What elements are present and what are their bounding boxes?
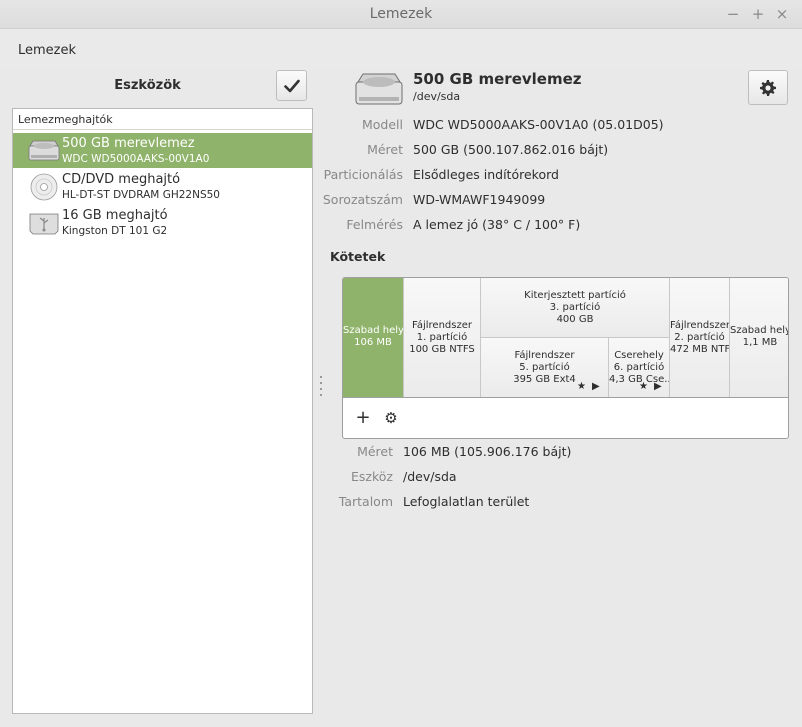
close-icon[interactable]: × <box>772 4 792 24</box>
prop-serial: Sorozatszám WD-WMAWF1949099 <box>323 192 802 212</box>
volume-size: 472 MB NTFS <box>670 344 730 355</box>
prop-label: Modell <box>361 117 403 132</box>
volume-size: 395 GB Ext4 <box>513 374 576 385</box>
disk-settings-button[interactable] <box>748 70 788 105</box>
prop-value: Lefoglalatlan terület <box>403 494 530 509</box>
volume-free-space-1[interactable]: Szabad hely 106 MB <box>343 278 404 398</box>
prop-value: 106 MB (105.906.176 bájt) <box>403 444 572 459</box>
volume-label: Fájlrendszer <box>412 320 472 331</box>
devices-pane: Eszközök Lemezmeghajtók 500 GB merevleme… <box>0 70 318 727</box>
volume-partition-1[interactable]: Fájlrendszer 1. partíció 100 GB NTFS <box>404 278 481 398</box>
prop-partitioning: Particionálás Elsődleges indítórekord <box>324 167 802 187</box>
device-item-optical[interactable]: CD/DVD meghajtó HL-DT-ST DVDRAM GH22NS50 <box>13 169 312 204</box>
volume-map: Szabad hely 106 MB Fájlrendszer 1. partí… <box>342 277 789 398</box>
disk-details-pane: 500 GB merevlemez /dev/sda Modell WDC WD… <box>323 70 802 727</box>
play-icon[interactable]: ▶ <box>592 381 600 393</box>
volume-label: Szabad hely <box>730 325 789 336</box>
app-menu[interactable]: Lemezek <box>18 43 76 58</box>
menu-bar: Lemezek <box>0 29 802 70</box>
prop-assessment: Felmérés A lemez jó (38° C / 100° F) <box>330 217 802 237</box>
volume-partition: 1. partíció <box>416 332 468 343</box>
volume-size: 1,1 MB <box>742 337 778 348</box>
volume-partition: 2. partíció <box>674 332 725 343</box>
title-bar: Lemezek − + × <box>0 0 802 29</box>
partition-options-icon[interactable]: ⚙ <box>381 408 401 428</box>
device-name: CD/DVD meghajtó <box>62 172 181 187</box>
device-model: WDC WD5000AAKS-00V1A0 <box>62 153 210 165</box>
prop-label: Eszköz <box>351 469 393 484</box>
select-mode-button[interactable] <box>276 70 307 101</box>
prop-label: Méret <box>367 142 403 157</box>
prop-label: Felmérés <box>346 217 403 232</box>
volume-partition-2[interactable]: Fájlrendszer 2. partíció 472 MB NTFS <box>670 278 730 398</box>
disk-path: /dev/sda <box>413 90 461 103</box>
mounted-star-icon: ★ <box>639 381 648 392</box>
prop-label: Tartalom <box>338 494 393 509</box>
devices-title: Eszközök <box>114 78 181 93</box>
volume-size: 106 MB <box>354 337 392 348</box>
volume-partition-5[interactable]: Fájlrendszer 5. partíció 395 GB Ext4 ★ ▶ <box>481 338 609 398</box>
prop-value: A lemez jó (38° C / 100° F) <box>413 217 581 232</box>
window-title: Lemezek <box>369 6 433 22</box>
vprop-size: Méret 106 MB (105.906.176 bájt) <box>330 444 802 464</box>
minimize-icon[interactable]: − <box>723 4 743 24</box>
vprop-device: Eszköz /dev/sda <box>330 469 802 489</box>
volume-size: 400 GB <box>556 314 594 325</box>
volume-size: 100 GB NTFS <box>409 344 475 355</box>
volume-free-space-2[interactable]: Szabad hely 1,1 MB <box>730 278 789 398</box>
disk-title: 500 GB merevlemez <box>413 70 582 88</box>
prop-value: WDC WD5000AAKS-00V1A0 (05.01D05) <box>413 117 664 132</box>
prop-model: Modell WDC WD5000AAKS-00V1A0 (05.01D05) <box>330 117 802 137</box>
volume-partition: 3. partíció <box>549 302 601 313</box>
hard-disk-icon <box>28 140 60 161</box>
volume-toolbar: + ⚙ <box>342 397 789 439</box>
mounted-star-icon: ★ <box>577 381 586 392</box>
volume-label: Fájlrendszer <box>670 320 730 331</box>
volume-partition: 6. partíció <box>613 362 665 373</box>
device-name: 16 GB meghajtó <box>62 208 168 223</box>
device-model: HL-DT-ST DVDRAM GH22NS50 <box>62 189 220 201</box>
volume-partition-6[interactable]: Cserehely 6. partíció 4,3 GB Cse... ★ ▶ <box>609 338 670 398</box>
play-icon[interactable]: ▶ <box>654 381 662 393</box>
volume-extended-partition[interactable]: Kiterjesztett partíció 3. partíció 400 G… <box>481 278 670 338</box>
volume-label: Kiterjesztett partíció <box>524 290 626 301</box>
prop-value: /dev/sda <box>403 469 457 484</box>
device-model: Kingston DT 101 G2 <box>62 225 168 237</box>
device-item-hdd[interactable]: 500 GB merevlemez WDC WD5000AAKS-00V1A0 <box>13 133 312 168</box>
volume-label: Fájlrendszer <box>514 350 575 361</box>
volume-partition: 5. partíció <box>519 362 570 373</box>
hard-disk-icon <box>355 73 403 105</box>
prop-value: 500 GB (500.107.862.016 bájt) <box>413 142 609 157</box>
prop-label: Sorozatszám <box>322 192 403 207</box>
device-list: Lemezmeghajtók 500 GB merevlemez WDC WD5… <box>12 108 313 714</box>
optical-disc-icon <box>30 173 58 201</box>
device-name: 500 GB merevlemez <box>62 136 195 151</box>
volumes-title: Kötetek <box>330 249 386 264</box>
check-icon <box>284 79 300 93</box>
pane-splitter-handle[interactable] <box>320 376 323 402</box>
volume-label: Cserehely <box>614 350 664 361</box>
usb-drive-icon <box>29 213 59 235</box>
volume-label: Szabad hely <box>343 325 404 336</box>
prop-label: Particionálás <box>323 167 403 182</box>
vprop-contents: Tartalom Lefoglalatlan terület <box>330 494 802 514</box>
list-header: Lemezmeghajtók <box>13 109 312 130</box>
gear-icon <box>760 80 776 96</box>
prop-value: WD-WMAWF1949099 <box>413 192 546 207</box>
prop-size: Méret 500 GB (500.107.862.016 bájt) <box>330 142 802 162</box>
prop-value: Elsődleges indítórekord <box>413 167 559 182</box>
device-item-usb[interactable]: 16 GB meghajtó Kingston DT 101 G2 <box>13 205 312 240</box>
add-partition-icon[interactable]: + <box>353 408 373 428</box>
maximize-icon[interactable]: + <box>748 4 768 24</box>
prop-label: Méret <box>357 444 393 459</box>
